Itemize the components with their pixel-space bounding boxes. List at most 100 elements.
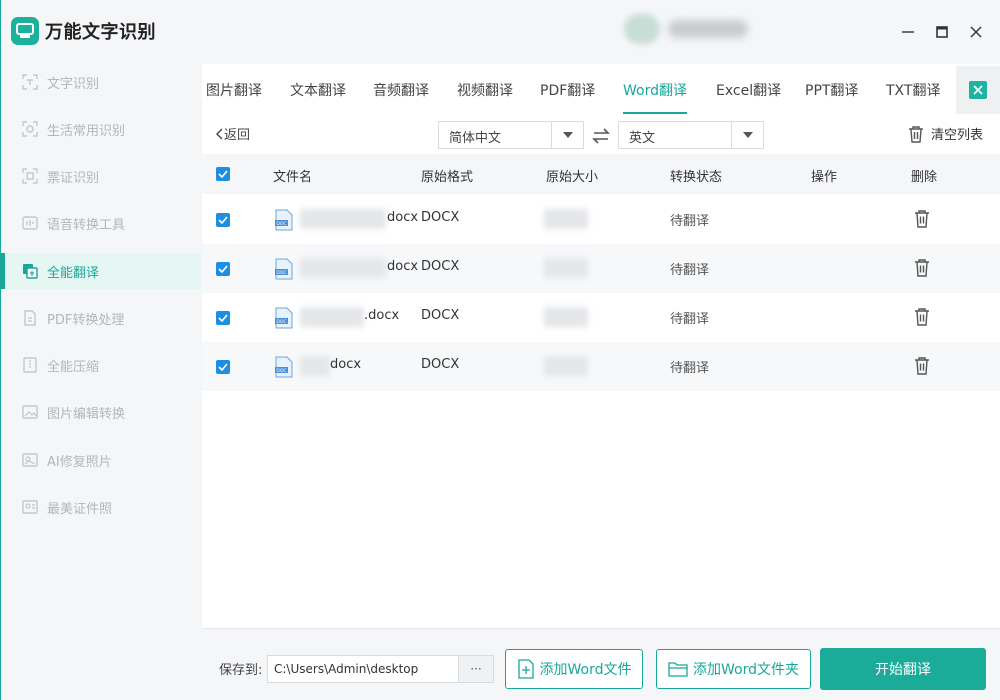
tab-excel-translate[interactable]: Excel翻译	[716, 66, 781, 114]
folder-icon	[668, 662, 688, 677]
tab-ppt-translate[interactable]: PPT翻译	[805, 66, 858, 114]
clear-list-label: 清空列表	[931, 128, 984, 143]
sidebar-item-label: 全能翻译	[47, 265, 100, 281]
conversion-status: 待翻译	[670, 214, 710, 229]
add-word-folder-button[interactable]: 添加Word文件夹	[656, 649, 811, 689]
svg-text:DOC: DOC	[276, 270, 286, 276]
tab-txt-translate[interactable]: TXT翻译	[886, 66, 940, 114]
column-header-action: 操作	[811, 170, 838, 185]
file-name-suffix: docx	[330, 357, 362, 372]
maximize-icon[interactable]	[930, 20, 954, 44]
file-format: DOCX	[421, 308, 460, 323]
app-brand: 万能文字识别	[11, 16, 156, 46]
sidebar-item-voice-tools[interactable]: 语音转换工具	[1, 205, 201, 241]
life-scan-icon	[21, 120, 39, 138]
ticket-scan-icon	[21, 167, 39, 185]
ai-repair-icon	[21, 451, 39, 469]
sidebar: 万能文字识别 文字识别 生活常用识别 票证识别 语音转换工具 全能翻译 PDF转…	[0, 0, 202, 700]
app-title: 万能文字识别	[45, 22, 156, 43]
delete-row-icon[interactable]	[913, 307, 931, 327]
add-word-file-button[interactable]: 添加Word文件	[505, 649, 643, 689]
row-checkbox[interactable]	[216, 311, 230, 325]
sidebar-item-label: 图片编辑转换	[47, 406, 126, 422]
start-translate-button[interactable]: 开始翻译	[820, 648, 986, 690]
conversion-status: 待翻译	[670, 263, 710, 278]
minimize-icon[interactable]	[896, 20, 920, 44]
sidebar-item-pdf[interactable]: PDF转换处理	[1, 300, 201, 336]
delete-row-icon[interactable]	[913, 209, 931, 229]
file-name-blurred	[300, 209, 386, 229]
translate-icon	[21, 262, 39, 280]
back-button[interactable]: 返回	[216, 124, 250, 143]
clear-list-button[interactable]: 清空列表	[908, 124, 983, 143]
sidebar-item-compress[interactable]: 全能压缩	[1, 347, 201, 383]
file-name-blurred	[300, 307, 364, 327]
sidebar-item-image-edit[interactable]: 图片编辑转换	[1, 394, 201, 430]
sidebar-item-life-recognition[interactable]: 生活常用识别	[1, 111, 201, 147]
sidebar-item-translate[interactable]: 全能翻译	[1, 253, 201, 289]
row-checkbox[interactable]	[216, 213, 230, 227]
file-name-blurred	[300, 258, 386, 278]
file-size-blurred	[544, 258, 588, 278]
file-format: DOCX	[421, 259, 460, 274]
svg-text:DOC: DOC	[276, 368, 286, 374]
column-header-format: 原始格式	[421, 170, 474, 185]
source-language-value: 简体中文	[449, 131, 502, 146]
file-format: DOCX	[421, 357, 460, 372]
tab-close-button[interactable]	[956, 66, 1000, 114]
select-all-checkbox[interactable]	[216, 167, 230, 181]
svg-text:DOC: DOC	[276, 221, 286, 227]
swap-languages-icon[interactable]	[591, 126, 611, 146]
table-row: DOC .docx DOCX 待翻译	[202, 293, 1000, 342]
target-language-value: 英文	[629, 131, 656, 146]
avatar[interactable]	[624, 14, 660, 44]
add-word-file-label: 添加Word文件	[539, 662, 632, 678]
sidebar-item-label: 票证识别	[47, 170, 100, 186]
table-row: DOC docx DOCX 待翻译	[202, 244, 1000, 293]
sidebar-item-label: 生活常用识别	[47, 123, 126, 139]
save-path-field[interactable]: C:\Users\Admin\desktop	[267, 655, 459, 683]
tab-audio-translate[interactable]: 音频翻译	[373, 66, 429, 114]
text-scan-icon	[21, 73, 39, 91]
file-name-suffix: docx	[387, 210, 419, 225]
table-row: DOC docx DOCX 待翻译	[202, 342, 1000, 391]
sidebar-item-id-photo[interactable]: 最美证件照	[1, 489, 201, 525]
compress-icon	[21, 356, 39, 374]
row-checkbox[interactable]	[216, 262, 230, 276]
sidebar-item-label: 全能压缩	[47, 359, 100, 375]
sidebar-item-ticket-recognition[interactable]: 票证识别	[1, 158, 201, 194]
close-icon[interactable]	[964, 20, 988, 44]
target-language-select[interactable]: 英文	[618, 121, 764, 149]
sidebar-item-label: 文字识别	[47, 76, 100, 92]
tab-pdf-translate[interactable]: PDF翻译	[540, 66, 595, 114]
chevron-left-icon	[216, 128, 223, 139]
add-word-folder-label: 添加Word文件夹	[693, 662, 799, 678]
chevron-down-icon	[731, 122, 763, 148]
tab-image-translate[interactable]: 图片翻译	[206, 66, 262, 114]
delete-row-icon[interactable]	[913, 258, 931, 278]
id-photo-icon	[21, 498, 39, 516]
translate-tabs: 图片翻译 文本翻译 音频翻译 视频翻译 PDF翻译 Word翻译 Excel翻译…	[202, 66, 1000, 114]
sidebar-item-text-recognition[interactable]: 文字识别	[1, 64, 201, 100]
browse-button[interactable]: ···	[458, 655, 494, 683]
tab-video-translate[interactable]: 视频翻译	[457, 66, 513, 114]
tab-word-translate[interactable]: Word翻译	[623, 66, 687, 114]
conversion-status: 待翻译	[670, 361, 710, 376]
file-name-suffix: docx	[387, 259, 419, 274]
file-size-blurred	[544, 307, 588, 327]
chevron-down-icon	[551, 122, 583, 148]
tab-text-translate[interactable]: 文本翻译	[290, 66, 346, 114]
source-language-select[interactable]: 简体中文	[438, 121, 584, 149]
row-checkbox[interactable]	[216, 360, 230, 374]
conversion-status: 待翻译	[670, 312, 710, 327]
svg-text:DOC: DOC	[276, 319, 286, 325]
column-header-size: 原始大小	[546, 170, 599, 185]
user-name-blurred	[668, 20, 748, 38]
close-icon	[969, 81, 987, 99]
sidebar-item-label: 最美证件照	[47, 501, 113, 517]
bottom-bar: 保存到: C:\Users\Admin\desktop ··· 添加Word文件…	[202, 628, 1000, 700]
delete-row-icon[interactable]	[913, 356, 931, 376]
sidebar-item-label: AI修复照片	[47, 454, 112, 470]
sidebar-item-ai-repair[interactable]: AI修复照片	[1, 442, 201, 478]
word-file-icon: DOC	[275, 258, 293, 280]
